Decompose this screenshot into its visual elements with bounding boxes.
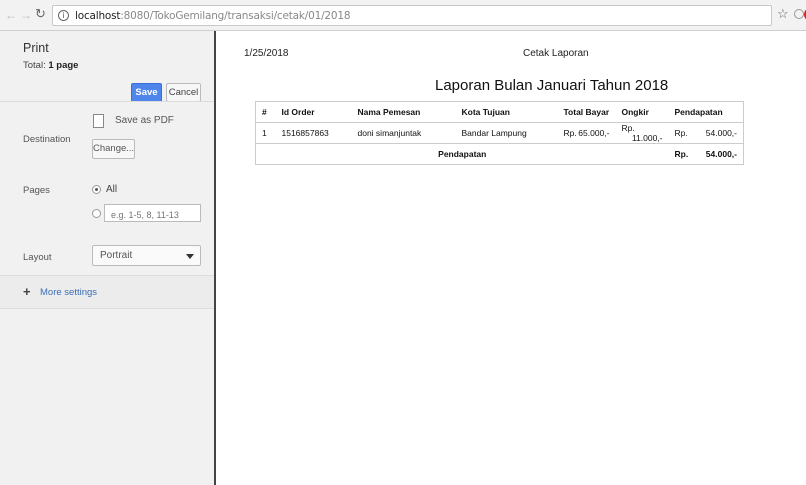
print-settings-panel: Print Total: 1 page Save Cancel Destinat… — [0, 31, 216, 485]
column-header: Ongkir — [615, 101, 669, 123]
plus-icon: + — [23, 284, 31, 299]
table-header-row: # Id Order Nama Pemesan Kota Tujuan Tota… — [255, 101, 744, 123]
total-value: 1 page — [48, 60, 79, 71]
change-destination-button[interactable]: Change... — [92, 139, 135, 159]
currency: Rp. — [621, 123, 635, 133]
bookmark-star-icon[interactable]: ☆ — [777, 7, 789, 20]
column-header: Pendapatan — [668, 101, 744, 123]
url-path: :8080/TokoGemilang/transaksi/cetak/01/20… — [120, 10, 351, 22]
preview-date: 1/25/2018 — [244, 48, 289, 59]
reload-icon[interactable]: ↻ — [35, 7, 46, 20]
info-icon[interactable]: i — [58, 10, 69, 21]
column-header: Total Bayar — [557, 101, 616, 123]
forward-arrow-icon[interactable]: → — [20, 9, 32, 21]
column-header: Kota Tujuan — [455, 101, 558, 123]
cancel-button[interactable]: Cancel — [166, 83, 201, 102]
divider — [0, 101, 214, 102]
cell-id-order: 1516857863 — [275, 122, 352, 144]
more-settings-link[interactable]: More settings — [40, 287, 97, 298]
cell-pendapatan: Rp. 54.000,- — [668, 122, 744, 144]
print-title: Print — [23, 41, 49, 55]
amount: 65.000,- — [578, 128, 610, 138]
amount: 54.000,- — [705, 149, 737, 159]
cell-nama-pemesan: doni simanjuntak — [351, 122, 456, 144]
cell-ongkir: Rp. 11.000,- — [615, 122, 669, 144]
preview-header: Cetak Laporan — [523, 48, 589, 59]
print-preview: 1/25/2018 Cetak Laporan Laporan Bulan Ja… — [218, 31, 806, 485]
cell-total-bayar: Rp. 65.000,- — [557, 122, 616, 144]
column-header: Nama Pemesan — [351, 101, 456, 123]
cell-no: 1 — [255, 122, 276, 144]
currency: Rp. — [674, 149, 689, 159]
document-icon — [93, 114, 104, 128]
column-header: Id Order — [275, 101, 352, 123]
layout-label: Layout — [23, 252, 52, 263]
back-arrow-icon[interactable]: ← — [5, 9, 17, 21]
extension-icon[interactable] — [794, 9, 804, 19]
currency: Rp. — [674, 128, 688, 138]
report-title: Laporan Bulan Januari Tahun 2018 — [435, 77, 669, 94]
browser-toolbar: ← → ↻ i localhost:8080/TokoGemilang/tran… — [0, 0, 806, 31]
amount: 54.000,- — [705, 128, 737, 138]
address-bar[interactable]: i localhost:8080/TokoGemilang/transaksi/… — [52, 5, 772, 26]
cell-kota-tujuan: Bandar Lampung — [455, 122, 558, 144]
total-label: Total: — [23, 60, 46, 71]
save-button[interactable]: Save — [131, 83, 162, 102]
pages-all-radio[interactable] — [92, 185, 101, 194]
footer-pendapatan: Rp. 54.000,- — [668, 143, 744, 165]
destination-label: Destination — [23, 134, 71, 145]
pages-range-input[interactable] — [104, 204, 201, 222]
dropdown-arrow-icon — [186, 254, 194, 259]
column-header: # — [255, 101, 276, 123]
currency: Rp. — [563, 128, 577, 138]
layout-select[interactable]: Portrait — [92, 245, 201, 266]
pages-custom-radio[interactable] — [92, 209, 101, 218]
amount: 11.000,- — [631, 133, 663, 143]
url-text[interactable]: localhost:8080/TokoGemilang/transaksi/ce… — [75, 10, 351, 22]
report-table: # Id Order Nama Pemesan Kota Tujuan Tota… — [255, 101, 744, 165]
pages-all-label: All — [106, 184, 118, 195]
layout-value: Portrait — [100, 250, 133, 261]
pages-label: Pages — [23, 185, 50, 196]
footer-label: Pendapatan — [255, 143, 669, 165]
more-settings-row[interactable]: + More settings — [0, 275, 214, 309]
destination-value: Save as PDF — [115, 115, 174, 126]
total-pages: Total: 1 page — [23, 60, 78, 71]
table-footer-row: Pendapatan Rp. 54.000,- — [255, 143, 744, 165]
url-host: localhost — [75, 10, 121, 22]
table-row: 1 1516857863 doni simanjuntak Bandar Lam… — [255, 122, 744, 144]
